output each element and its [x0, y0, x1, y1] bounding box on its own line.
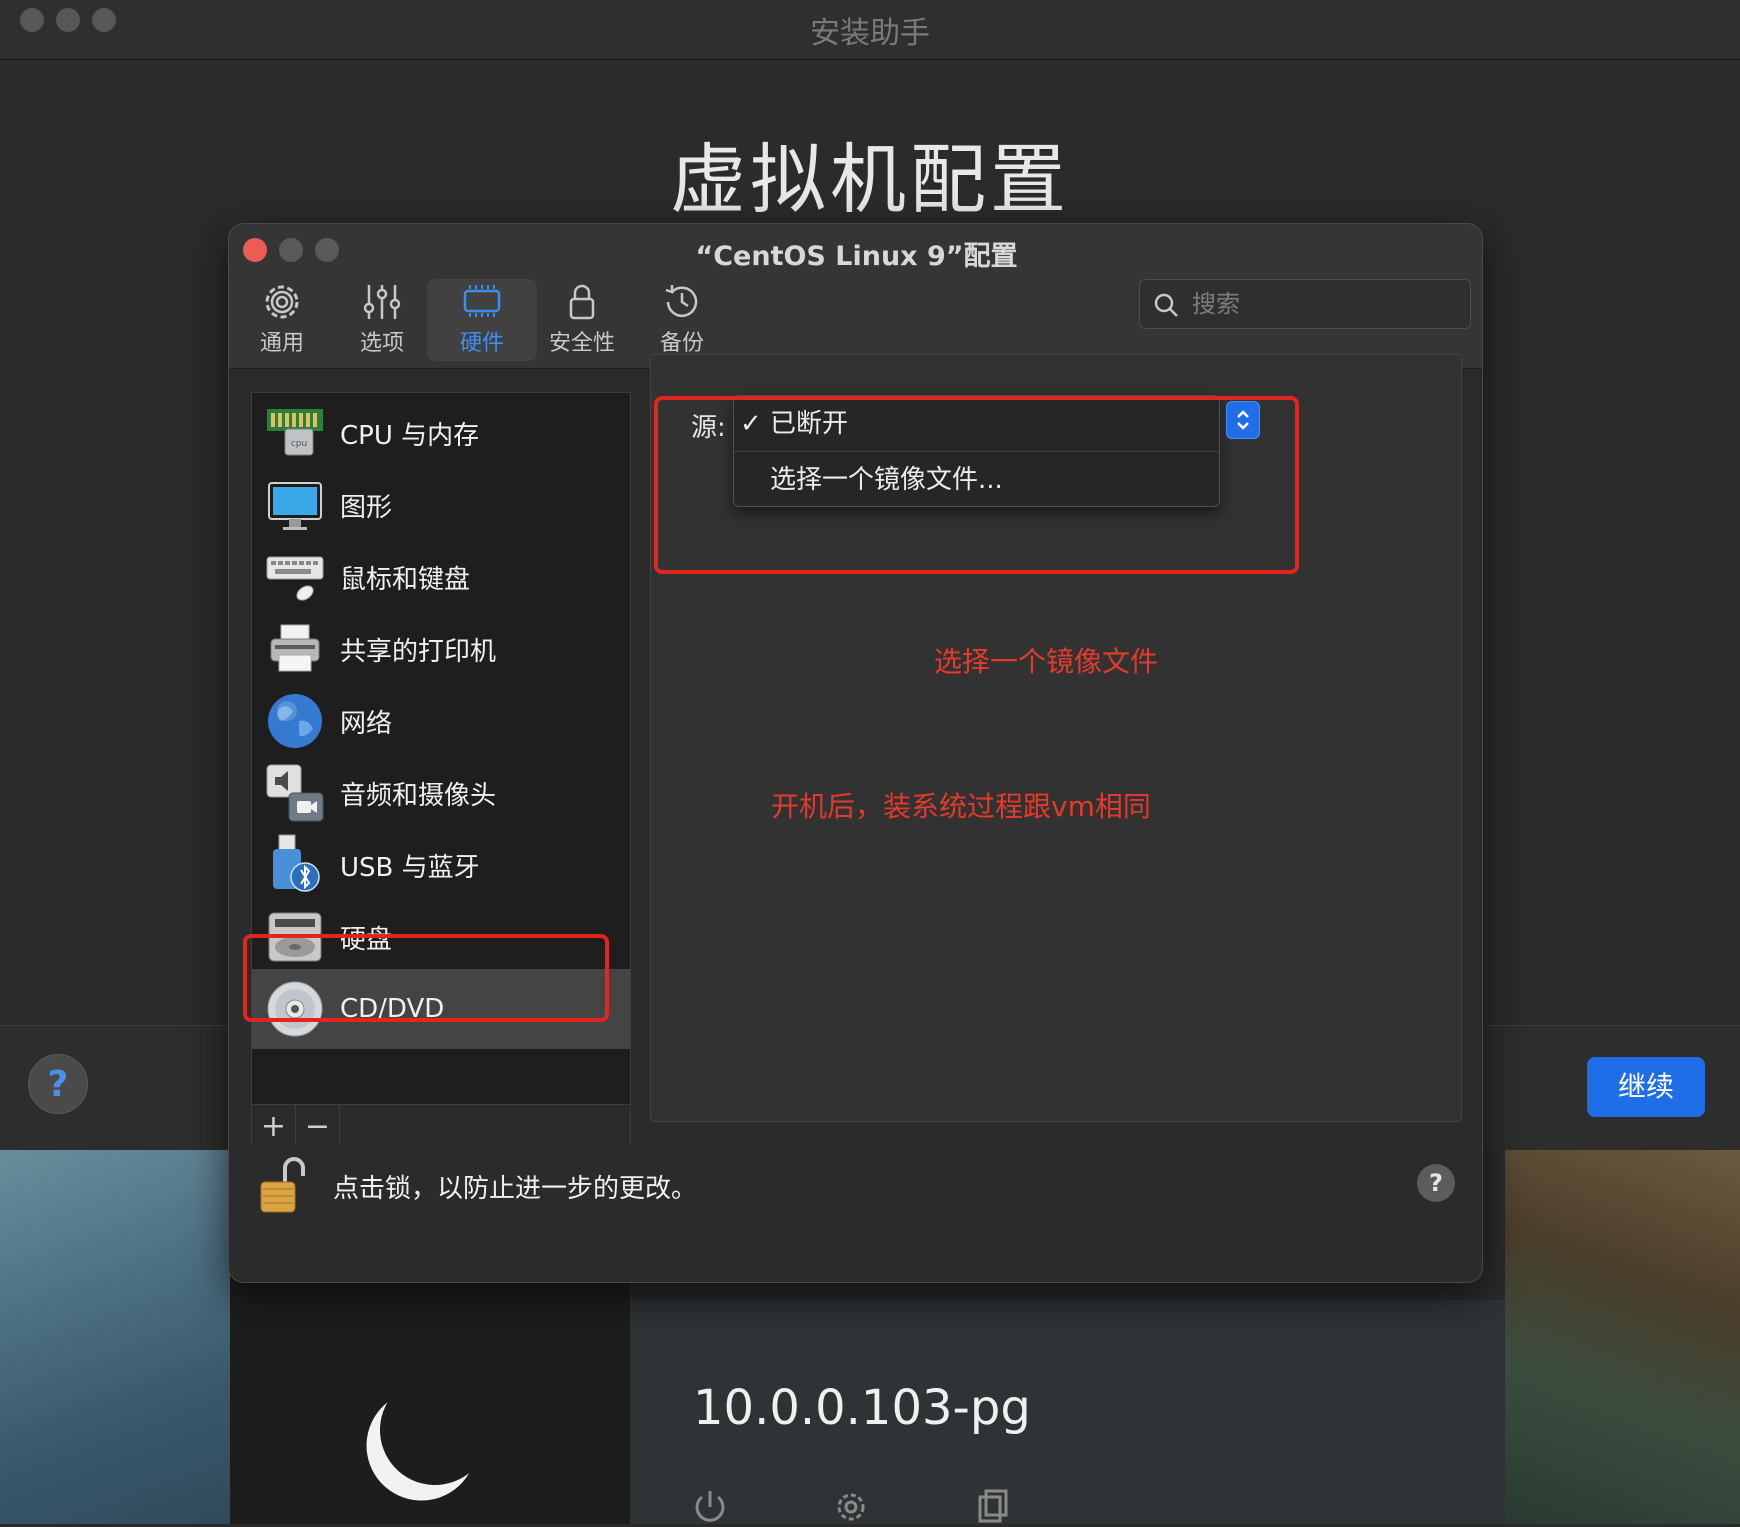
audio-camera-icon: [262, 760, 328, 826]
tab-label: 安全性: [548, 331, 615, 356]
tab-label: 硬件: [459, 331, 504, 356]
tab-security[interactable]: 安全性: [527, 279, 637, 361]
help-button[interactable]: ?: [28, 1054, 88, 1114]
sidebar-item-label: CPU 与内存: [340, 420, 480, 451]
lock-text: 点击锁，以防止进一步的更改。: [333, 1174, 698, 1204]
history-icon: [665, 285, 698, 318]
dialog-title: “CentOS Linux 9”配置: [695, 241, 1018, 272]
tab-label: 备份: [659, 331, 704, 356]
sidebar-item-label: USB 与蓝牙: [340, 852, 480, 883]
sidebar-item-keyboard-mouse[interactable]: 鼠标和键盘: [252, 537, 630, 617]
vm-name: 10.0.0.103-pg: [693, 1380, 1031, 1436]
tab-general[interactable]: 通用: [229, 279, 337, 361]
unlock-icon[interactable]: [259, 1156, 305, 1220]
sidebar-item-cpu-memory[interactable]: cpu CPU 与内存: [252, 393, 630, 473]
gear-icon[interactable]: [831, 1487, 871, 1527]
page-title: 虚拟机配置: [670, 135, 1070, 224]
config-dialog: “CentOS Linux 9”配置 通用 选项 硬件 安全性 备份 cpu: [228, 223, 1483, 1283]
sidebar-item-label: 网络: [340, 708, 393, 739]
hardware-icon: [463, 285, 501, 317]
tab-label: 选项: [359, 331, 404, 356]
search-field[interactable]: [1139, 279, 1471, 329]
gear-icon: [265, 285, 299, 319]
tab-backup[interactable]: 备份: [627, 279, 737, 361]
sidebar-item-printer[interactable]: 共享的打印机: [252, 609, 630, 689]
sidebar-item-audio-camera[interactable]: 音频和摄像头: [252, 753, 630, 833]
highlight-cd-dvd: [243, 934, 609, 1022]
sidebar-item-label: 共享的打印机: [340, 636, 497, 667]
annotation-after-boot: 开机后，装系统过程跟vm相同: [771, 790, 1151, 823]
installer-titlebar: 安装助手: [0, 0, 1740, 60]
lock-icon: [569, 284, 595, 320]
globe-icon: [262, 688, 328, 754]
search-icon: [1152, 291, 1180, 323]
vm-controls: [690, 1485, 1012, 1527]
usb-bluetooth-icon: [262, 832, 328, 898]
desktop-wallpaper-right: [1505, 1150, 1740, 1524]
desktop-wallpaper-left: [0, 1150, 230, 1524]
display-icon: [262, 472, 328, 538]
power-icon[interactable]: [690, 1487, 730, 1527]
keyboard-mouse-icon: [262, 544, 328, 610]
sidebar-item-network[interactable]: 网络: [252, 681, 630, 761]
hardware-sidebar: cpu CPU 与内存 图形 鼠标和键盘 共享的打印机 网络 音频和摄像头 US…: [251, 392, 631, 1162]
copy-icon[interactable]: [972, 1487, 1012, 1527]
continue-button[interactable]: 继续: [1587, 1057, 1705, 1117]
printer-icon: [262, 616, 328, 682]
sidebar-item-graphics[interactable]: 图形: [252, 465, 630, 545]
svg-text:cpu: cpu: [291, 439, 307, 449]
sidebar-item-usb-bluetooth[interactable]: USB 与蓝牙: [252, 825, 630, 905]
window-title: 安装助手: [810, 16, 930, 51]
sidebar-item-label: 图形: [340, 492, 393, 523]
cpu-memory-icon: cpu: [262, 400, 328, 466]
tab-options[interactable]: 选项: [327, 279, 437, 361]
sidebar-item-label: 鼠标和键盘: [340, 564, 471, 595]
dialog-help-button[interactable]: ?: [1417, 1164, 1455, 1202]
tab-label: 通用: [259, 331, 304, 356]
lock-bar: 点击锁，以防止进一步的更改。 ?: [229, 1144, 1482, 1242]
highlight-source-dropdown: [654, 396, 1299, 574]
dialog-toolbar: “CentOS Linux 9”配置 通用 选项 硬件 安全性 备份: [229, 224, 1482, 369]
search-input[interactable]: [1192, 286, 1462, 322]
sidebar-item-label: 音频和摄像头: [340, 780, 497, 811]
annotation-choose-image: 选择一个镜像文件: [934, 645, 1159, 678]
sliders-icon: [363, 285, 401, 319]
tab-hardware[interactable]: 硬件: [427, 279, 537, 361]
